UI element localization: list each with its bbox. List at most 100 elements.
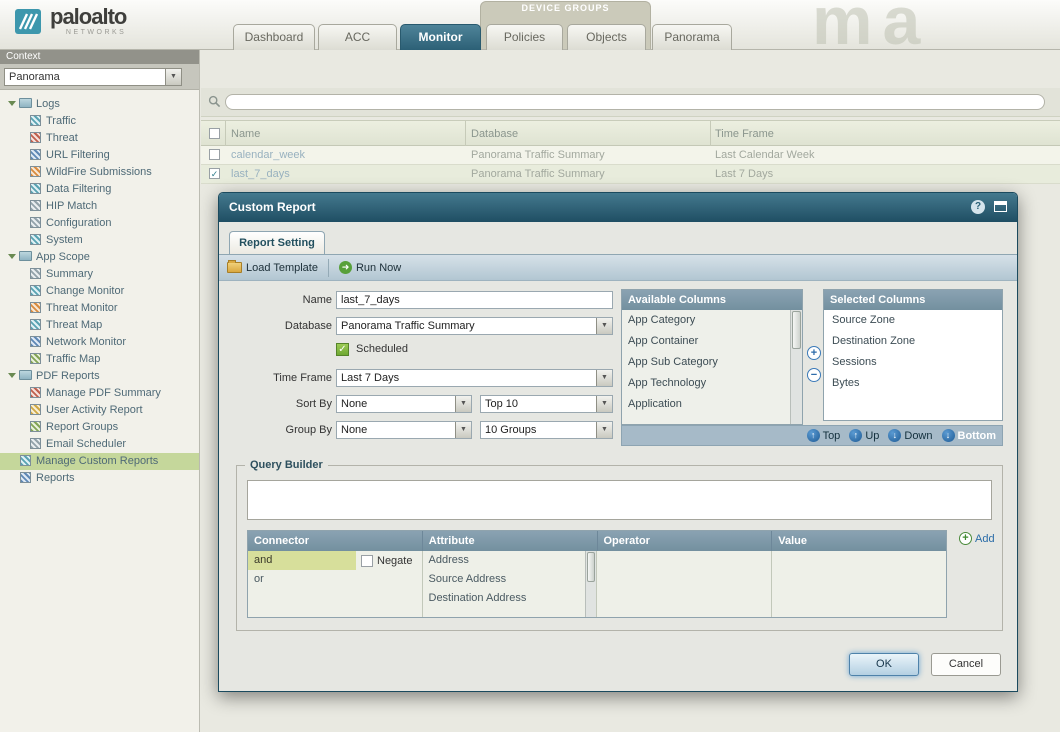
tab-panorama[interactable]: Panorama <box>652 24 732 50</box>
sidebar-item-summary[interactable]: Summary <box>0 266 199 283</box>
available-column-item[interactable]: Application <box>622 394 802 415</box>
sidebar-item-hip-match[interactable]: HIP Match <box>0 198 199 215</box>
run-now-button[interactable]: ➜ Run Now <box>339 261 401 274</box>
scrollbar-thumb[interactable] <box>587 552 595 582</box>
sidebar-section-app-scope[interactable]: App Scope <box>0 249 199 266</box>
qb-column-value: Value <box>772 531 946 551</box>
report-name-link[interactable]: last_7_days <box>231 165 290 184</box>
sidebar-section-pdf-reports[interactable]: PDF Reports <box>0 368 199 385</box>
tab-acc[interactable]: ACC <box>318 24 397 50</box>
database-select[interactable]: Panorama Traffic Summary <box>336 317 613 335</box>
dropdown-arrow-icon[interactable] <box>596 370 612 386</box>
scheduled-checkbox[interactable] <box>336 343 349 356</box>
sidebar-item-configuration[interactable]: Configuration <box>0 215 199 232</box>
available-columns-scrollbar[interactable] <box>790 310 802 424</box>
query-input[interactable] <box>247 480 992 520</box>
attribute-option[interactable]: Source Address <box>423 570 597 589</box>
sidebar-item-system[interactable]: System <box>0 232 199 249</box>
email-scheduler-icon <box>30 438 41 449</box>
cancel-button[interactable]: Cancel <box>931 653 1001 676</box>
sidebar-item-wildfire-submissions[interactable]: WildFire Submissions <box>0 164 199 181</box>
negate-checkbox[interactable] <box>361 555 373 567</box>
dropdown-arrow-icon[interactable] <box>455 422 471 438</box>
attribute-option[interactable]: Destination Address <box>423 589 597 608</box>
tab-policies[interactable]: Policies <box>486 24 563 50</box>
sidebar-item-manage-custom-reports[interactable]: Manage Custom Reports <box>0 453 199 470</box>
sidebar-item-threat-map[interactable]: Threat Map <box>0 317 199 334</box>
move-up-button[interactable]: ↑Up <box>849 429 879 442</box>
sidebar-item-report-groups[interactable]: Report Groups <box>0 419 199 436</box>
sidebar-item-traffic-map[interactable]: Traffic Map <box>0 351 199 368</box>
available-column-item[interactable]: App Category <box>622 310 802 331</box>
sidebar-item-user-activity-report[interactable]: User Activity Report <box>0 402 199 419</box>
move-down-button[interactable]: ↓Down <box>888 429 932 442</box>
selected-column-item[interactable]: Sessions <box>824 352 1002 373</box>
scrollbar-thumb[interactable] <box>792 311 801 349</box>
tab-dashboard[interactable]: Dashboard <box>233 24 315 50</box>
sidebar-item-data-filtering[interactable]: Data Filtering <box>0 181 199 198</box>
load-template-button[interactable]: Load Template <box>227 262 318 274</box>
report-time-frame: Last 7 Days <box>715 165 773 184</box>
selected-column-item[interactable]: Source Zone <box>824 310 1002 331</box>
help-icon[interactable]: ? <box>971 200 985 214</box>
search-icon[interactable] <box>208 95 221 108</box>
connector-option-and[interactable]: and <box>248 551 356 570</box>
sidebar-item-change-monitor[interactable]: Change Monitor <box>0 283 199 300</box>
column-header-database[interactable]: Database <box>471 121 518 147</box>
group-by-select[interactable]: None <box>336 421 472 439</box>
selected-column-item[interactable]: Destination Zone <box>824 331 1002 352</box>
dropdown-arrow-icon[interactable] <box>455 396 471 412</box>
attribute-scrollbar[interactable] <box>585 551 596 617</box>
move-top-button[interactable]: ↑Top <box>807 429 841 442</box>
expand-arrow-icon[interactable] <box>8 101 16 106</box>
available-column-item[interactable]: App Container <box>622 331 802 352</box>
available-column-item[interactable]: App Technology <box>622 373 802 394</box>
sidebar-item-threat-monitor[interactable]: Threat Monitor <box>0 300 199 317</box>
sidebar-item-url-filtering[interactable]: URL Filtering <box>0 147 199 164</box>
sidebar-item-threat[interactable]: Threat <box>0 130 199 147</box>
sort-by-limit-select[interactable]: Top 10 <box>480 395 613 413</box>
sidebar-item-manage-pdf-summary[interactable]: Manage PDF Summary <box>0 385 199 402</box>
sidebar-item-network-monitor[interactable]: Network Monitor <box>0 334 199 351</box>
attribute-option[interactable]: Address <box>423 551 597 570</box>
column-header-time-frame[interactable]: Time Frame <box>715 121 774 147</box>
search-input[interactable] <box>225 94 1045 110</box>
row-checkbox[interactable] <box>209 149 220 160</box>
dropdown-arrow-icon[interactable] <box>596 396 612 412</box>
tab-monitor[interactable]: Monitor <box>400 24 481 50</box>
connector-option-or[interactable]: or <box>248 570 422 589</box>
context-select[interactable]: Panorama <box>4 68 182 86</box>
sort-by-select[interactable]: None <box>336 395 472 413</box>
tab-report-setting[interactable]: Report Setting <box>229 231 325 254</box>
remove-column-icon[interactable]: − <box>807 368 821 382</box>
table-row[interactable]: calendar_week Panorama Traffic Summary L… <box>201 146 1060 165</box>
window-restore-icon[interactable] <box>994 201 1007 212</box>
sidebar-item-traffic[interactable]: Traffic <box>0 113 199 130</box>
dropdown-arrow-icon[interactable] <box>596 318 612 334</box>
group-by-limit-select[interactable]: 10 Groups <box>480 421 613 439</box>
tab-objects[interactable]: Objects <box>567 24 646 50</box>
select-all-checkbox[interactable] <box>209 128 220 139</box>
sidebar-item-email-scheduler[interactable]: Email Scheduler <box>0 436 199 453</box>
dropdown-arrow-icon[interactable] <box>596 422 612 438</box>
expand-arrow-icon[interactable] <box>8 254 16 259</box>
sidebar-item-reports[interactable]: Reports <box>0 470 199 487</box>
available-columns-panel: Available Columns App Category App Conta… <box>621 289 803 425</box>
available-column-item[interactable]: App Sub Category <box>622 352 802 373</box>
report-name-link[interactable]: calendar_week <box>231 146 305 165</box>
selected-column-item[interactable]: Bytes <box>824 373 1002 394</box>
threat-icon <box>30 132 41 143</box>
name-input[interactable]: last_7_days <box>336 291 613 309</box>
table-row[interactable]: last_7_days Panorama Traffic Summary Las… <box>201 165 1060 184</box>
time-frame-select[interactable]: Last 7 Days <box>336 369 613 387</box>
sidebar-section-logs[interactable]: Logs <box>0 96 199 113</box>
column-header-name[interactable]: Name <box>231 121 260 147</box>
item-label: User Activity Report <box>46 404 143 416</box>
move-bottom-button[interactable]: ↓Bottom <box>942 429 997 442</box>
add-rule-button[interactable]: + Add <box>959 532 995 545</box>
row-checkbox[interactable] <box>209 168 220 179</box>
expand-arrow-icon[interactable] <box>8 373 16 378</box>
add-column-icon[interactable]: + <box>807 346 821 360</box>
ok-button[interactable]: OK <box>849 653 919 676</box>
context-dropdown-arrow-icon[interactable] <box>165 69 181 85</box>
